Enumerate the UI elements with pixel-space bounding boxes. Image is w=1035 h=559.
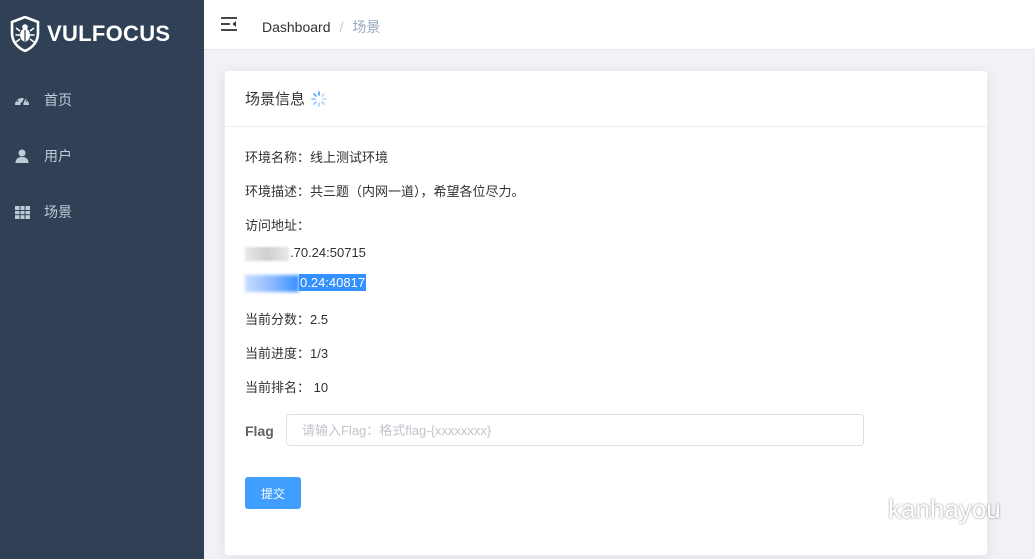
sidebar: VULFOCUS 首页 用户 场景: [0, 0, 204, 559]
card-title: 场景信息: [245, 91, 306, 108]
sidebar-item-users[interactable]: 用户: [0, 128, 204, 184]
redacted-ip-prefix: [245, 275, 299, 293]
sidebar-item-home[interactable]: 首页: [0, 72, 204, 128]
watermark-text: kanhayou: [888, 493, 1001, 524]
redacted-ip-prefix: [245, 246, 289, 261]
table-icon: [14, 204, 30, 220]
loading-spinner-icon: [311, 90, 327, 107]
submit-button[interactable]: 提交: [245, 477, 301, 509]
breadcrumb-current: 场景: [352, 19, 381, 35]
breadcrumb-dashboard[interactable]: Dashboard: [262, 19, 331, 35]
user-icon: [14, 148, 30, 164]
current-progress: 当前进度：1/3: [245, 346, 329, 361]
env-description: 环境描述：共三题（内网一道），希望各位尽力。: [245, 184, 525, 199]
logo[interactable]: VULFOCUS: [10, 14, 170, 54]
wechat-icon: [837, 494, 878, 524]
address-label: 访问地址：: [245, 218, 311, 233]
env-name: 环境名称：线上测试环境: [245, 150, 389, 165]
flag-label: Flag: [245, 423, 274, 439]
sidebar-item-scenes[interactable]: 场景: [0, 184, 204, 240]
breadcrumb-separator: /: [339, 19, 344, 35]
address-suffix: 0.24:40817: [299, 274, 367, 291]
sidebar-item-label: 场景: [44, 204, 72, 220]
address-suffix: .70.24:50715: [290, 245, 366, 260]
breadcrumb: Dashboard / 场景: [262, 17, 380, 37]
watermark: kanhayou: [836, 492, 1001, 526]
current-score: 当前分数：2.5: [245, 312, 329, 327]
sidebar-item-label: 用户: [44, 148, 72, 164]
scene-info-card: 场景信息 环境名称：线上测试环境 环境描述：共三题（内网一道），希望各位尽力。 …: [224, 70, 988, 556]
dashboard-icon: [14, 92, 30, 108]
card-header: 场景信息: [225, 71, 987, 127]
navbar: Dashboard / 场景: [204, 0, 1035, 50]
sidebar-item-label: 首页: [44, 92, 72, 108]
address-item[interactable]: .70.24:50715: [245, 245, 366, 261]
address-item-selected[interactable]: 0.24:40817: [245, 274, 367, 293]
flag-input[interactable]: [286, 414, 864, 446]
shield-bug-logo-icon: [10, 16, 40, 52]
current-rank: 当前排名： 10: [245, 380, 329, 395]
menu-toggle-icon[interactable]: [221, 16, 237, 32]
brand-name: VULFOCUS: [47, 21, 171, 46]
